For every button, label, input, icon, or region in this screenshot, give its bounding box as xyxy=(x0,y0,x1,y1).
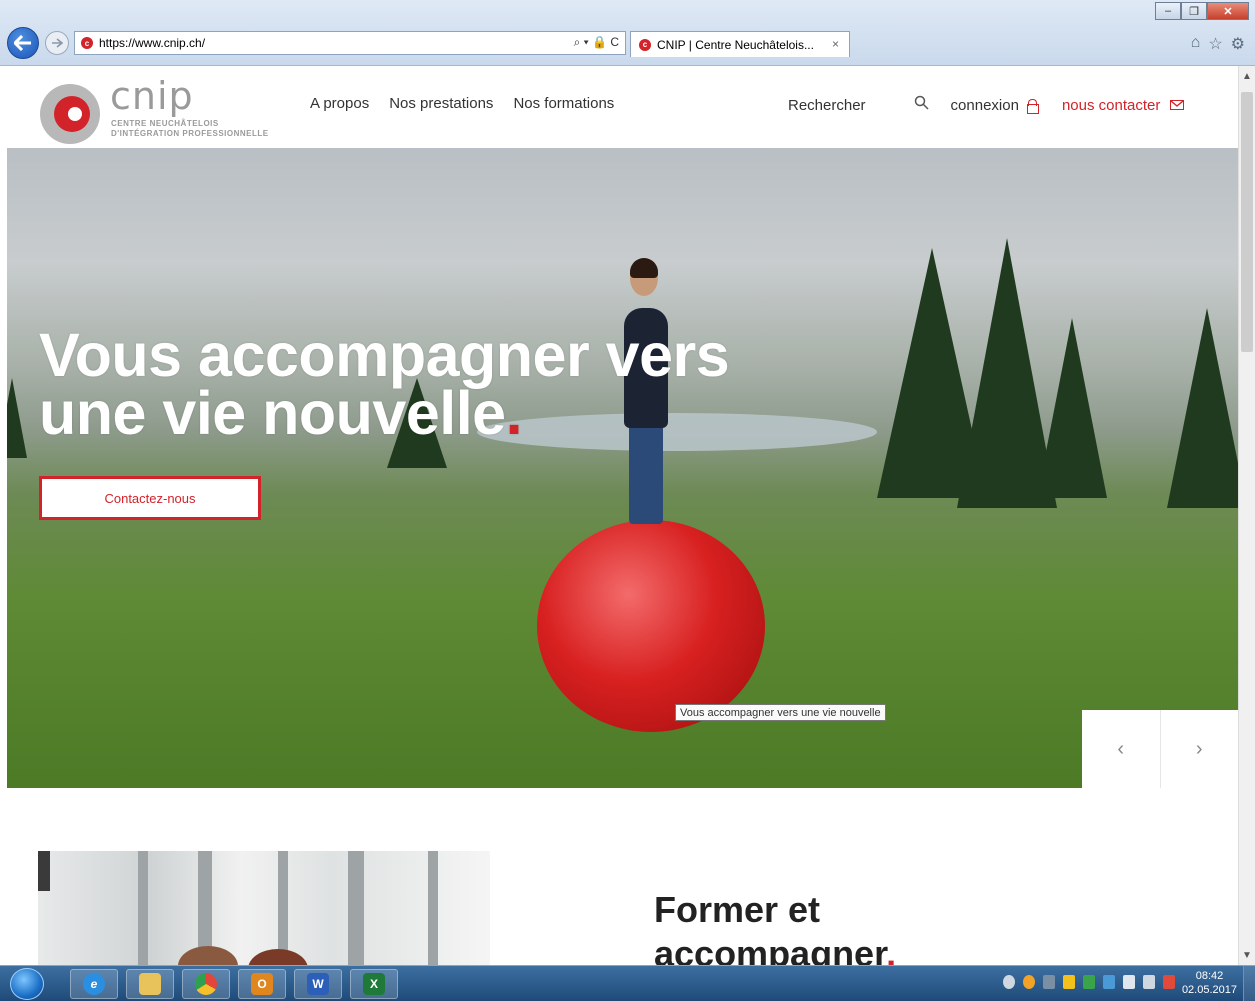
tab-close-icon[interactable]: × xyxy=(832,37,839,51)
favorites-star-icon[interactable]: ☆ xyxy=(1208,34,1222,54)
hero-title-dot: . xyxy=(505,379,523,447)
tray-icon[interactable] xyxy=(1043,975,1055,989)
hero-tree xyxy=(7,378,27,458)
nav-item-formations[interactable]: Nos formations xyxy=(513,95,614,112)
arrow-right-icon xyxy=(52,38,63,48)
taskbar-app-chrome[interactable] xyxy=(182,969,230,999)
utility-nav: Rechercher connexion nous contacter xyxy=(788,95,1185,115)
scroll-thumb[interactable] xyxy=(1241,92,1253,352)
minimize-button[interactable]: – xyxy=(1155,2,1181,20)
tray-icon[interactable] xyxy=(1083,975,1095,989)
outlook-icon: O xyxy=(251,973,273,995)
tray-icon[interactable] xyxy=(1103,975,1115,989)
tab-favicon-icon: c xyxy=(639,38,651,51)
flag-icon[interactable] xyxy=(1123,975,1135,989)
chrome-icon xyxy=(195,973,217,995)
tray-icon[interactable] xyxy=(1063,975,1075,989)
browser-tab[interactable]: c CNIP | Centre Neuchâtelois... × xyxy=(630,31,850,57)
logo-wordmark: cnip xyxy=(110,74,194,118)
clock-time: 08:42 xyxy=(1195,970,1224,982)
hero-tree xyxy=(957,238,1057,508)
arrow-left-icon xyxy=(14,35,31,51)
hero-tree xyxy=(1037,318,1107,498)
forward-button[interactable] xyxy=(45,31,69,55)
scroll-down-icon[interactable]: ▼ xyxy=(1239,947,1255,963)
window-controls: – ❐ ✕ xyxy=(1155,2,1249,20)
section-photo xyxy=(38,851,490,966)
hero-slider: Vous accompagner vers une vie nouvelle. … xyxy=(7,148,1238,788)
search-icon[interactable] xyxy=(914,95,929,115)
tab-title: CNIP | Centre Neuchâtelois... xyxy=(657,37,814,52)
site-header: cnip CENTRE NEUCHÂTELOIS D'INTÉGRATION P… xyxy=(0,66,1238,148)
main-nav: A propos Nos prestations Nos formations xyxy=(310,95,614,112)
system-tray xyxy=(1003,975,1175,989)
hero-tree xyxy=(1167,308,1238,508)
section-title-line1: Former et xyxy=(654,889,821,930)
settings-gear-icon[interactable]: ⚙ xyxy=(1231,34,1245,54)
mail-icon xyxy=(1170,100,1185,110)
start-button[interactable] xyxy=(10,968,44,1000)
cnip-logo[interactable]: cnip CENTRE NEUCHÂTELOIS D'INTÉGRATION P… xyxy=(40,74,300,144)
system-clock[interactable]: 08:42 02.05.2017 xyxy=(1182,969,1237,997)
hero-red-ball xyxy=(537,520,765,732)
word-icon: W xyxy=(307,973,329,995)
lock-icon xyxy=(1026,98,1039,114)
hero-title-line1: Vous accompagner vers xyxy=(39,321,730,389)
back-button[interactable] xyxy=(7,27,39,59)
taskbar-app-word[interactable]: W xyxy=(294,969,342,999)
contact-link[interactable]: nous contacter xyxy=(1062,97,1160,114)
page-scrollbar[interactable]: ▲ ▼ xyxy=(1238,66,1255,965)
volume-icon[interactable] xyxy=(1163,975,1175,989)
slider-controls: ‹ › xyxy=(1082,710,1238,788)
slider-next-button[interactable]: › xyxy=(1161,710,1239,788)
logo-subtitle-line1: CENTRE NEUCHÂTELOIS xyxy=(111,119,219,128)
nav-item-a-propos[interactable]: A propos xyxy=(310,95,369,112)
taskbar-app-outlook[interactable]: O xyxy=(238,969,286,999)
tray-icon[interactable] xyxy=(1023,975,1035,989)
slider-prev-button[interactable]: ‹ xyxy=(1082,710,1161,788)
section-title: Former et accompagner. xyxy=(654,888,1074,976)
logo-subtitle-line2: D'INTÉGRATION PROFESSIONNELLE xyxy=(111,129,269,138)
folder-icon xyxy=(139,973,161,995)
taskbar-app-ie[interactable]: e xyxy=(70,969,118,999)
browser-chrome: c https://www.cnip.ch/ ⌕ ▾ 🔒 C c CNIP | … xyxy=(0,0,1255,66)
address-bar[interactable]: c https://www.cnip.ch/ ⌕ ▾ 🔒 C xyxy=(74,31,626,55)
logo-mark-icon xyxy=(40,84,100,144)
taskbar-app-explorer[interactable] xyxy=(126,969,174,999)
site-favicon-icon: c xyxy=(81,37,93,49)
tray-icon[interactable] xyxy=(1003,975,1015,989)
excel-icon: X xyxy=(363,973,385,995)
windows-taskbar: e O W X 08:42 02.05.2017 xyxy=(0,965,1255,1001)
internet-explorer-icon: e xyxy=(83,973,105,995)
clock-date: 02.05.2017 xyxy=(1181,984,1237,996)
hero-title-line2: une vie nouvelle xyxy=(39,379,506,447)
hero-tooltip: Vous accompagner vers une vie nouvelle xyxy=(675,704,886,721)
scroll-up-icon[interactable]: ▲ xyxy=(1239,68,1255,84)
browser-toolbar-icons: ⌂ ☆ ⚙ xyxy=(1191,34,1245,54)
login-link[interactable]: connexion xyxy=(951,97,1019,114)
maximize-button[interactable]: ❐ xyxy=(1181,2,1207,20)
taskbar-app-excel[interactable]: X xyxy=(350,969,398,999)
hero-title: Vous accompagner vers une vie nouvelle. xyxy=(39,321,839,444)
home-icon[interactable]: ⌂ xyxy=(1191,34,1201,54)
contact-us-button[interactable]: Contactez-nous xyxy=(39,476,261,520)
close-window-button[interactable]: ✕ xyxy=(1207,2,1249,20)
nav-item-prestations[interactable]: Nos prestations xyxy=(389,95,493,112)
network-icon[interactable] xyxy=(1143,975,1155,989)
show-desktop-button[interactable] xyxy=(1243,966,1255,1001)
address-tools[interactable]: ⌕ ▾ 🔒 C xyxy=(574,35,619,50)
search-link[interactable]: Rechercher xyxy=(788,97,866,114)
url-text: https://www.cnip.ch/ xyxy=(99,36,206,50)
